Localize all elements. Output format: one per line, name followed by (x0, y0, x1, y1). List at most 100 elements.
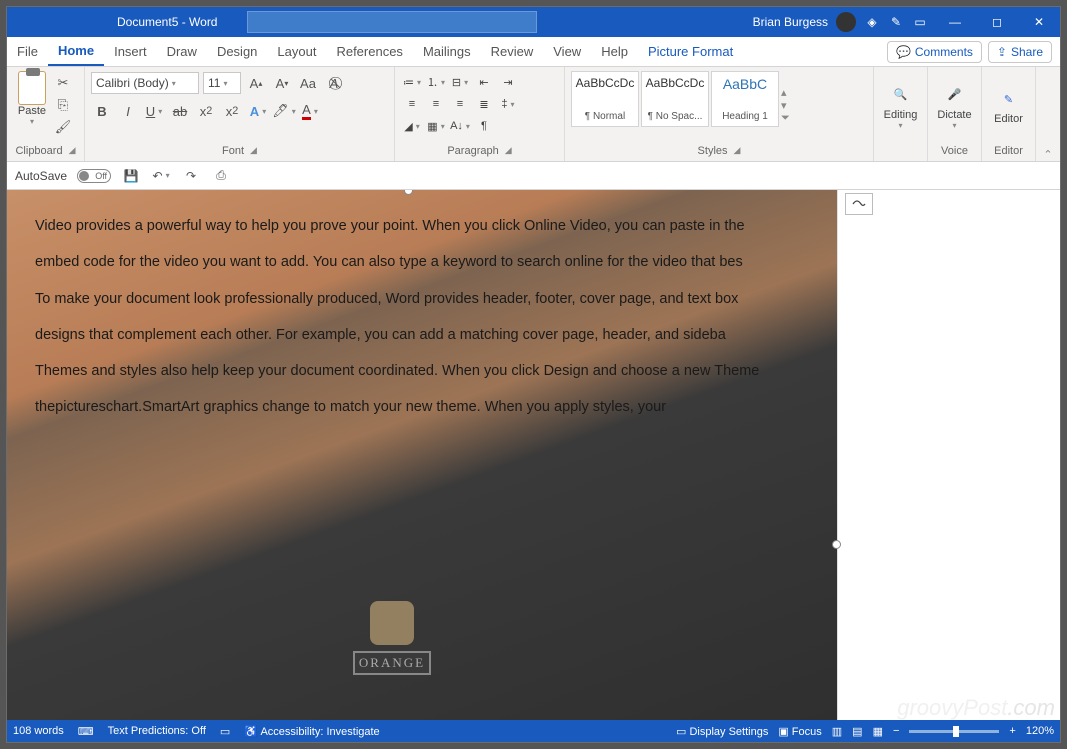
menu-insert[interactable]: Insert (104, 38, 157, 66)
increase-font-button[interactable]: A▴ (245, 72, 267, 94)
menu-review[interactable]: Review (481, 38, 544, 66)
superscript-button[interactable]: x2 (221, 100, 243, 122)
word-count[interactable]: 108 words (13, 725, 64, 737)
format-painter-button[interactable]: 🖌 (53, 118, 73, 136)
styles-more-button[interactable]: ▴▾⏷ (781, 71, 797, 139)
subscript-button[interactable]: x2 (195, 100, 217, 122)
font-color-button[interactable]: A (299, 100, 321, 122)
bold-button[interactable]: B (91, 100, 113, 122)
user-name[interactable]: Brian Burgess (753, 15, 828, 29)
menu-picture-format[interactable]: Picture Format (638, 38, 743, 66)
display-settings[interactable]: ▭ Display Settings (676, 725, 768, 738)
paste-button[interactable]: Paste ▾ (13, 71, 51, 126)
paragraph-line: To make your document look professionall… (35, 281, 833, 317)
text-predictions[interactable]: Text Predictions: Off (108, 725, 206, 737)
close-button[interactable]: ✕ (1018, 7, 1060, 37)
zoom-in-button[interactable]: + (1009, 725, 1015, 737)
comments-button[interactable]: 💬 Comments (887, 41, 982, 63)
web-layout-button[interactable]: ▦ (873, 725, 883, 738)
zoom-slider[interactable] (909, 730, 999, 733)
style-heading1[interactable]: AaBbCHeading 1 (711, 71, 779, 127)
zoom-out-button[interactable]: − (893, 725, 899, 737)
collapse-ribbon-button[interactable]: ⌃ (1036, 67, 1060, 161)
display-icon[interactable]: ▭ (220, 725, 230, 738)
clipboard-launcher[interactable]: ◢ (69, 145, 76, 157)
menu-mailings[interactable]: Mailings (413, 38, 481, 66)
editor-button[interactable]: ✎ Editor (988, 71, 1029, 139)
save-button[interactable]: 💾 (121, 166, 141, 186)
editor-label: Editor (994, 113, 1023, 125)
change-case-button[interactable]: Aa (297, 72, 319, 94)
shading-button[interactable]: ◢ (401, 115, 423, 137)
numbering-button[interactable]: ⒈ (425, 71, 447, 93)
undo-button[interactable]: ↶ (151, 166, 171, 186)
copy-button[interactable]: ⎘ (53, 96, 73, 114)
orange-text: ORANGE (353, 651, 431, 675)
menu-design[interactable]: Design (207, 38, 267, 66)
align-right-button[interactable]: ≡ (449, 93, 471, 115)
zoom-level[interactable]: 120% (1026, 725, 1054, 737)
styles-group-label: Styles (698, 145, 728, 157)
menu-references[interactable]: References (326, 38, 412, 66)
menu-draw[interactable]: Draw (157, 38, 207, 66)
menu-file[interactable]: File (7, 38, 48, 66)
clipboard-icon (18, 71, 46, 105)
text-effects-button[interactable]: A (247, 100, 269, 122)
menu-layout[interactable]: Layout (267, 38, 326, 66)
layout-options-button[interactable] (845, 193, 873, 215)
multilevel-button[interactable]: ⊟ (449, 71, 471, 93)
sort-button[interactable]: A↓ (449, 115, 471, 137)
line-spacing-button[interactable]: ‡ (497, 93, 519, 115)
font-size-combo[interactable]: 11 (203, 72, 241, 94)
paragraph-line: designs that complement each other. For … (35, 317, 833, 353)
decrease-indent-button[interactable]: ⇤ (473, 71, 495, 93)
print-layout-button[interactable]: ▤ (852, 725, 862, 738)
strikethrough-button[interactable]: ab (169, 100, 191, 122)
autosave-label: AutoSave (15, 169, 67, 183)
menu-home[interactable]: Home (48, 38, 104, 66)
maximize-button[interactable]: ◻ (976, 7, 1018, 37)
styles-launcher[interactable]: ◢ (734, 145, 741, 157)
font-launcher[interactable]: ◢ (250, 145, 257, 157)
share-button[interactable]: ⇪ Share (988, 41, 1052, 63)
style-normal[interactable]: AaBbCcDc¶ Normal (571, 71, 639, 127)
document-text[interactable]: Video provides a powerful way to help yo… (35, 208, 833, 426)
panel-icon[interactable]: ▭ (912, 15, 928, 29)
accessibility-status[interactable]: ♿ Accessibility: Investigate (244, 725, 379, 738)
read-mode-button[interactable]: ▥ (832, 725, 842, 738)
search-box[interactable] (247, 11, 537, 33)
align-left-button[interactable]: ≡ (401, 93, 423, 115)
redo-button[interactable]: ↷ (181, 166, 201, 186)
language-icon[interactable]: ⌨ (78, 725, 94, 738)
document-page[interactable]: Video provides a powerful way to help yo… (7, 190, 837, 720)
customize-qat-button[interactable]: ⎙ (211, 166, 231, 186)
show-marks-button[interactable]: ¶ (473, 115, 495, 137)
dictate-button[interactable]: 🎤 Dictate ▾ (934, 71, 975, 139)
bullets-button[interactable]: ≔ (401, 71, 423, 93)
focus-mode[interactable]: ▣ Focus (778, 725, 821, 738)
justify-button[interactable]: ≣ (473, 93, 495, 115)
increase-indent-button[interactable]: ⇥ (497, 71, 519, 93)
selection-handle-top[interactable] (404, 190, 413, 195)
align-center-button[interactable]: ≡ (425, 93, 447, 115)
group-paragraph: ≔ ⒈ ⊟ ⇤ ⇥ ≡ ≡ ≡ ≣ ‡ ◢ ▦ A↓ ¶ (395, 67, 565, 161)
selection-handle-right[interactable] (832, 540, 841, 549)
minimize-button[interactable]: — (934, 7, 976, 37)
underline-button[interactable]: U (143, 100, 165, 122)
clear-formatting-button[interactable]: A⃠ (323, 72, 345, 94)
diamond-icon[interactable]: ◈ (864, 15, 880, 29)
autosave-toggle[interactable]: Off (77, 169, 111, 183)
font-name-combo[interactable]: Calibri (Body) (91, 72, 199, 94)
style-no-spacing[interactable]: AaBbCcDc¶ No Spac... (641, 71, 709, 127)
italic-button[interactable]: I (117, 100, 139, 122)
cut-button[interactable]: ✂ (53, 74, 73, 92)
editing-button[interactable]: 🔍 Editing ▾ (880, 71, 921, 139)
borders-button[interactable]: ▦ (425, 115, 447, 137)
decrease-font-button[interactable]: A▾ (271, 72, 293, 94)
user-avatar[interactable] (836, 12, 856, 32)
menu-help[interactable]: Help (591, 38, 638, 66)
wand-icon[interactable]: ✎ (888, 15, 904, 29)
menu-view[interactable]: View (543, 38, 591, 66)
paragraph-launcher[interactable]: ◢ (505, 145, 512, 157)
highlight-button[interactable]: 🖊 (273, 100, 295, 122)
